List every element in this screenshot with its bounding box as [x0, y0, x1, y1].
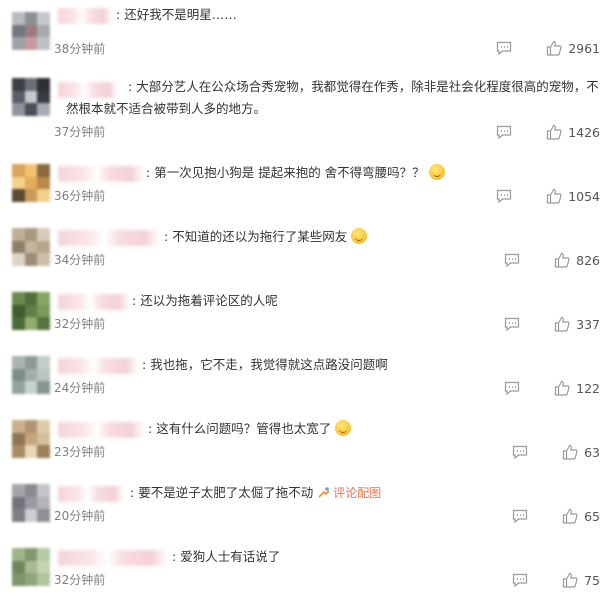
thumbs-up-icon[interactable] [546, 124, 562, 140]
comment-item: : 不知道的还以为拖行了某些网友 34分钟前 826 [0, 226, 612, 276]
comment-item: : 这有什么问题吗？管得也太宽了 23分钟前 63 [0, 418, 612, 468]
smile-emoji-icon [428, 164, 445, 180]
reply-icon[interactable] [496, 189, 512, 203]
comment-time: 32分钟前 [54, 317, 106, 331]
comment-text: : 爱狗人士有话说了 [172, 549, 281, 564]
comment-time: 34分钟前 [54, 253, 106, 267]
reply-icon[interactable] [504, 317, 520, 331]
username-blurred[interactable] [58, 422, 144, 438]
comment-time: 23分钟前 [54, 445, 106, 459]
comment-time: 24分钟前 [54, 381, 106, 395]
avatar[interactable] [12, 164, 50, 202]
thumbs-up-icon[interactable] [546, 188, 562, 204]
avatar[interactable] [12, 420, 50, 458]
comment-time: 38分钟前 [54, 42, 106, 56]
comment-text: : 我也拖，它不走，我觉得就这点路没问题啊 [142, 357, 388, 372]
comment-image-link[interactable]: 评论配图 [333, 486, 381, 500]
like-count: 75 [584, 572, 600, 588]
avatar[interactable] [12, 356, 50, 394]
like-count: 63 [584, 444, 600, 460]
comment-time: 36分钟前 [54, 189, 106, 203]
comment-item: : 爱狗人士有话说了 32分钟前 75 [0, 546, 612, 596]
username-blurred[interactable] [58, 358, 138, 374]
username-blurred[interactable] [58, 294, 130, 310]
avatar[interactable] [12, 12, 50, 50]
like-count: 337 [576, 316, 600, 332]
comment-text: : 还以为拖着评论区的人呢 [132, 293, 278, 308]
reply-icon[interactable] [496, 125, 512, 139]
like-count: 826 [576, 252, 600, 268]
thumbs-up-icon[interactable] [562, 508, 578, 524]
like-count: 1054 [568, 188, 600, 204]
thumbs-up-icon[interactable] [554, 252, 570, 268]
comment-item: : 我也拖，它不走，我觉得就这点路没问题啊 24分钟前 122 [0, 354, 612, 404]
like-count: 2961 [568, 40, 600, 56]
avatar[interactable] [12, 484, 50, 522]
avatar[interactable] [12, 548, 50, 586]
like-count: 65 [584, 508, 600, 524]
image-attachment-icon[interactable] [317, 485, 331, 499]
comment-text: : 不知道的还以为拖行了某些网友 [164, 226, 598, 248]
thumbs-up-icon[interactable] [554, 316, 570, 332]
avatar[interactable] [12, 78, 50, 116]
comment-text: : 要不是逆子太肥了太倔了拖不动 评论配图 [130, 485, 382, 500]
comment-text: : 大部分艺人在公众场合秀宠物，我都觉得在作秀，除非是社会化程度很高的宠物，不然根… [66, 79, 599, 116]
comment-text: : 还好我不是明星…… [116, 7, 237, 22]
comment-item: : 还好我不是明星…… 38分钟前 2961 [0, 7, 612, 58]
like-count: 122 [576, 380, 600, 396]
comment-item: : 第一次见抱小狗是 提起来抱的 舍不得弯腰吗？？ 36分钟前 1054 [0, 162, 612, 212]
reply-icon[interactable] [512, 573, 528, 587]
username-blurred[interactable] [58, 550, 168, 566]
lifebuoy-emoji-icon [335, 420, 352, 436]
username-blurred[interactable] [58, 486, 124, 502]
reply-icon[interactable] [512, 445, 528, 459]
smile-emoji-icon [351, 228, 368, 244]
thumbs-up-icon[interactable] [562, 444, 578, 460]
avatar[interactable] [12, 292, 50, 330]
comment-text: : 这有什么问题吗？管得也太宽了 [148, 418, 598, 440]
thumbs-up-icon[interactable] [554, 380, 570, 396]
comment-item: : 大部分艺人在公众场合秀宠物，我都觉得在作秀，除非是社会化程度很高的宠物，不然根… [0, 76, 612, 142]
reply-icon[interactable] [504, 253, 520, 267]
reply-icon[interactable] [504, 381, 520, 395]
comment-time: 37分钟前 [54, 125, 106, 139]
username-blurred[interactable] [58, 166, 144, 182]
comment-time: 32分钟前 [54, 573, 106, 587]
username-blurred[interactable] [58, 230, 160, 246]
comment-time: 20分钟前 [54, 509, 106, 523]
avatar[interactable] [12, 228, 50, 266]
comment-item: : 还以为拖着评论区的人呢 32分钟前 337 [0, 290, 612, 340]
comment-item: : 要不是逆子太肥了太倔了拖不动 评论配图 20分钟前 65 [0, 482, 612, 532]
thumbs-up-icon[interactable] [546, 40, 562, 56]
reply-icon[interactable] [512, 509, 528, 523]
reply-icon[interactable] [496, 41, 512, 55]
comment-text: : 第一次见抱小狗是 提起来抱的 舍不得弯腰吗？？ [146, 162, 598, 184]
thumbs-up-icon[interactable] [562, 572, 578, 588]
like-count: 1426 [568, 124, 600, 140]
username-blurred[interactable] [58, 8, 112, 24]
